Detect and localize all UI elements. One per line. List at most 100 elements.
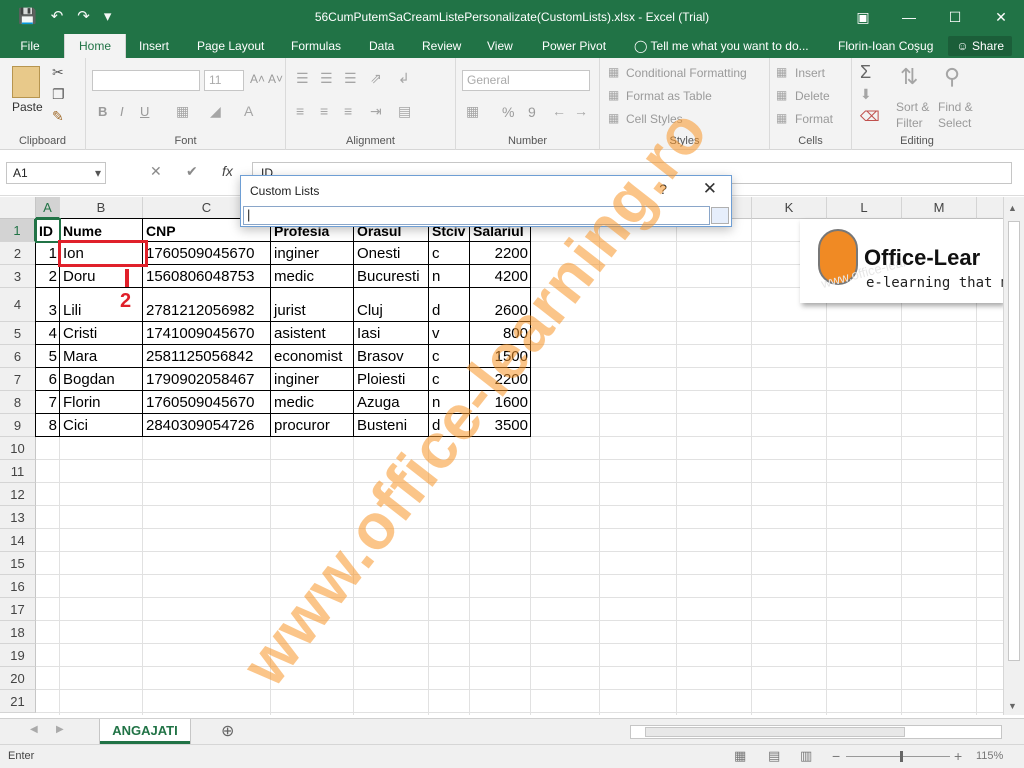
row-header-3[interactable]: 3	[0, 265, 36, 288]
select-all-corner[interactable]	[0, 197, 36, 219]
tab-page-layout[interactable]: Page Layout	[197, 34, 264, 58]
table-cell[interactable]: Azuga	[354, 393, 429, 413]
table-cell[interactable]: 1741009045670	[143, 324, 271, 344]
table-cell[interactable]: Bogdan	[60, 370, 143, 390]
row-header-20[interactable]: 20	[0, 667, 36, 690]
column-header-m[interactable]: M	[902, 197, 977, 219]
table-cell[interactable]: inginer	[271, 370, 354, 390]
page-break-view-icon[interactable]: ▥	[800, 748, 812, 764]
table-cell[interactable]: 2	[36, 267, 60, 287]
conditional-formatting-button[interactable]: Conditional Formatting	[626, 66, 747, 80]
table-cell[interactable]: 2781212056982	[143, 301, 271, 321]
table-cell[interactable]: procuror	[271, 416, 354, 436]
row-header-18[interactable]: 18	[0, 621, 36, 644]
cut-icon[interactable]: ✂	[52, 64, 64, 81]
cancel-entry-button[interactable]: ✕	[150, 163, 162, 180]
decrease-decimal-icon[interactable]: →	[574, 103, 588, 119]
scroll-up-icon[interactable]: ▲	[1008, 203, 1017, 213]
row-header-13[interactable]: 13	[0, 506, 36, 529]
clear-icon[interactable]: ⌫	[860, 108, 880, 125]
table-cell[interactable]: 2200	[470, 244, 531, 264]
tell-me-search[interactable]: ◯ Tell me what you want to do...	[634, 34, 809, 58]
table-cell[interactable]: 7	[36, 393, 60, 413]
row-header-2[interactable]: 2	[0, 242, 36, 265]
dialog-close-button[interactable]: ✕	[703, 179, 717, 199]
zoom-out-button[interactable]: −	[832, 748, 840, 764]
row-header-7[interactable]: 7	[0, 368, 36, 391]
select-label[interactable]: Select	[938, 116, 971, 130]
row-header-6[interactable]: 6	[0, 345, 36, 368]
table-cell[interactable]: 4	[36, 324, 60, 344]
table-cell[interactable]: 1760509045670	[143, 244, 271, 264]
row-header-12[interactable]: 12	[0, 483, 36, 506]
table-cell[interactable]: 1600	[470, 393, 531, 413]
table-cell[interactable]: Mara	[60, 347, 143, 367]
insert-button[interactable]: Insert	[795, 66, 825, 80]
range-input[interactable]: |	[243, 206, 710, 225]
table-cell[interactable]: Brasov	[354, 347, 429, 367]
table-cell[interactable]: Doru	[60, 267, 143, 287]
table-header-cell[interactable]: Nume	[60, 221, 143, 241]
name-box[interactable]: A1 ▾	[6, 162, 106, 184]
format-button[interactable]: Format	[795, 112, 833, 126]
font-size-box[interactable]: 11	[204, 70, 244, 91]
tab-review[interactable]: Review	[422, 34, 461, 58]
row-header-15[interactable]: 15	[0, 552, 36, 575]
row-header-16[interactable]: 16	[0, 575, 36, 598]
close-button[interactable]: ✕	[978, 0, 1024, 34]
minimize-button[interactable]: —	[886, 0, 932, 34]
align-top-icon[interactable]: ☰	[296, 70, 309, 87]
increase-decimal-icon[interactable]: ←	[552, 103, 566, 119]
sort-filter-label[interactable]: Sort &	[896, 100, 929, 114]
format-as-table-button[interactable]: Format as Table	[626, 89, 712, 103]
next-sheet-icon[interactable]: ▶	[56, 724, 64, 735]
fill-icon[interactable]: ⬇	[860, 86, 872, 103]
table-cell[interactable]: medic	[271, 393, 354, 413]
new-sheet-icon[interactable]: ⊕	[221, 721, 234, 741]
table-cell[interactable]: 6	[36, 370, 60, 390]
scroll-down-icon[interactable]: ▼	[1008, 701, 1017, 711]
table-cell[interactable]: v	[429, 324, 470, 344]
row-header-5[interactable]: 5	[0, 322, 36, 345]
font-color-icon[interactable]: A	[244, 103, 253, 119]
scroll-thumb[interactable]	[1008, 221, 1020, 661]
table-cell[interactable]: 3	[36, 301, 60, 321]
row-header-8[interactable]: 8	[0, 391, 36, 414]
user-name[interactable]: Florin-Ioan Coşug	[838, 34, 933, 58]
table-cell[interactable]: 5	[36, 347, 60, 367]
ribbon-display-icon[interactable]: ▣	[840, 0, 886, 34]
row-header-19[interactable]: 19	[0, 644, 36, 667]
shrink-font-button[interactable]: A˅	[268, 72, 283, 86]
number-format-box[interactable]: General	[462, 70, 590, 91]
italic-button[interactable]: I	[120, 104, 124, 119]
accounting-icon[interactable]: ▦	[466, 103, 479, 120]
table-cell[interactable]: 1560806048753	[143, 267, 271, 287]
row-header-1[interactable]: 1	[0, 219, 36, 242]
row-header-11[interactable]: 11	[0, 460, 36, 483]
table-cell[interactable]: asistent	[271, 324, 354, 344]
tab-data[interactable]: Data	[369, 34, 394, 58]
restore-button[interactable]: ☐	[932, 0, 978, 34]
tab-home[interactable]: Home	[64, 34, 127, 58]
orientation-icon[interactable]: ⇗	[370, 70, 382, 87]
row-header-21[interactable]: 21	[0, 690, 36, 713]
table-cell[interactable]: inginer	[271, 244, 354, 264]
grow-font-button[interactable]: A˄	[250, 72, 265, 86]
filter-label[interactable]: Filter	[896, 116, 923, 130]
worksheet-grid[interactable]: ABCDEFGHIJKLM123456789101112131415161718…	[0, 197, 1003, 715]
indent-icon[interactable]: ⇥	[370, 103, 382, 120]
table-cell[interactable]: Onesti	[354, 244, 429, 264]
align-middle-icon[interactable]: ☰	[320, 70, 333, 87]
prev-sheet-icon[interactable]: ◀	[30, 724, 38, 735]
share-button[interactable]: ☺ Share	[948, 36, 1012, 56]
tab-formulas[interactable]: Formulas	[291, 34, 341, 58]
table-cell[interactable]: Ploiesti	[354, 370, 429, 390]
table-cell[interactable]: 1500	[470, 347, 531, 367]
zoom-slider[interactable]	[846, 756, 950, 757]
table-cell[interactable]: 1	[36, 244, 60, 264]
table-cell[interactable]: 1760509045670	[143, 393, 271, 413]
copy-icon[interactable]: ❐	[52, 86, 65, 103]
normal-view-icon[interactable]: ▦	[734, 748, 746, 764]
table-cell[interactable]: 1790902058467	[143, 370, 271, 390]
zoom-slider-thumb[interactable]	[899, 751, 903, 762]
